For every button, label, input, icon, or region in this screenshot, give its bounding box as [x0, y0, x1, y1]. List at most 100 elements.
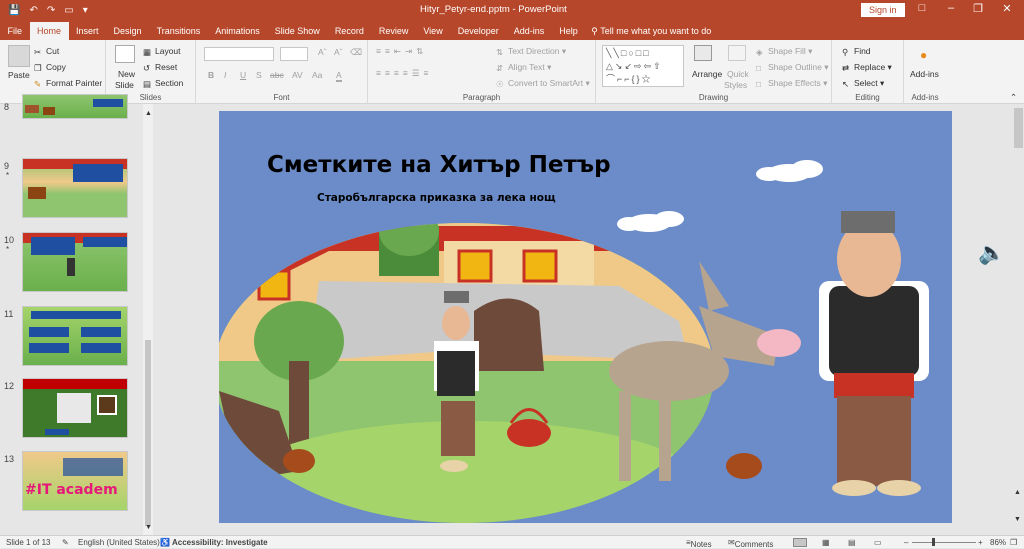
undo-icon[interactable]: ↶	[29, 5, 37, 16]
shape-effects-button[interactable]: □ Shape Effects ▾	[756, 78, 827, 89]
scroll-down-icon[interactable]: ▼	[145, 524, 152, 531]
tab-design[interactable]: Design	[106, 20, 149, 40]
grow-font-icon[interactable]: Aˆ	[318, 47, 327, 57]
slide-subtitle[interactable]: Старобългарска приказка за лека нощ	[317, 192, 556, 204]
addins-button[interactable]: Add-ins	[910, 69, 939, 79]
spellcheck-icon[interactable]: ✎	[62, 538, 69, 547]
tab-help[interactable]: Help	[552, 20, 586, 40]
bullets-icon[interactable]: ≡≡⇤⇥⇅	[376, 46, 427, 57]
tab-review[interactable]: Review	[371, 20, 416, 40]
scroll-up-icon[interactable]: ▲	[145, 110, 152, 117]
align-icons[interactable]: ≡≡≡≡☰≡	[376, 68, 432, 79]
quick-styles-icon[interactable]	[728, 45, 746, 61]
reset-button[interactable]: ↺ Reset	[143, 62, 177, 73]
ribbon-display-icon[interactable]: □	[912, 2, 932, 14]
replace-button[interactable]: ⇄ Replace ▾	[842, 62, 892, 73]
new-slide-button[interactable]: New	[118, 69, 135, 79]
editor-scroll-thumb[interactable]	[1014, 108, 1023, 148]
slide-thumbnail[interactable]	[22, 306, 128, 366]
cut-button[interactable]: ✂ Cut	[34, 46, 59, 57]
slide-thumbnail[interactable]	[22, 158, 128, 218]
underline-button[interactable]: U	[240, 70, 246, 80]
zoom-in-icon[interactable]: +	[978, 538, 983, 547]
slide-thumbnail[interactable]	[22, 94, 128, 119]
addins-icon[interactable]: ●	[920, 48, 927, 62]
minimize-icon[interactable]: –	[941, 2, 961, 14]
scroll-thumb[interactable]	[145, 340, 151, 526]
present-icon[interactable]: ▭	[64, 5, 73, 16]
tab-home[interactable]: Home	[29, 22, 69, 40]
select-button[interactable]: ↖ Select ▾	[842, 78, 884, 89]
shrink-font-icon[interactable]: Aˇ	[334, 47, 343, 57]
tab-developer[interactable]: Developer	[450, 20, 506, 40]
format-painter-button[interactable]: ✎ Format Painter	[34, 78, 102, 89]
next-slide-icon[interactable]: ▼	[1014, 516, 1021, 523]
close-icon[interactable]: ✕	[997, 2, 1017, 15]
zoom-out-icon[interactable]: –	[904, 538, 908, 547]
shapes-gallery[interactable]: ╲╲□○□□ △↘↙⇨⇦⇧ ⌒⌐⌐{}☆	[602, 45, 684, 87]
strikethrough-button[interactable]: abc	[270, 70, 284, 80]
redo-icon[interactable]: ↷	[47, 5, 55, 16]
collapse-ribbon-icon[interactable]: ⌃	[1010, 92, 1017, 103]
fit-to-window-icon[interactable]: ❐	[1010, 538, 1017, 547]
maximize-icon[interactable]: ❐	[968, 2, 988, 15]
slideshow-icon[interactable]: ▭	[874, 538, 882, 547]
sign-in-button[interactable]: Sign in	[861, 3, 905, 17]
speaker-icon[interactable]: 🔈	[978, 240, 1005, 266]
comments-button[interactable]: ✉ Comments	[728, 538, 773, 549]
find-button[interactable]: ⚲ Find	[842, 46, 871, 57]
paste-button[interactable]: Paste	[8, 70, 30, 80]
font-name-input[interactable]	[204, 47, 274, 61]
italic-button[interactable]: I	[224, 70, 226, 80]
tab-add-ins[interactable]: Add-ins	[506, 20, 552, 40]
prev-slide-icon[interactable]: ▲	[1014, 489, 1021, 496]
paste-icon[interactable]	[8, 45, 30, 67]
shape-outline-button[interactable]: □ Shape Outline ▾	[756, 62, 829, 73]
language-status[interactable]: English (United States)	[78, 538, 160, 547]
char-spacing-button[interactable]: AV	[292, 70, 303, 80]
reading-view-icon[interactable]: ▤	[848, 538, 856, 547]
normal-view-icon[interactable]	[793, 538, 807, 547]
section-button[interactable]: ▤ Section	[143, 78, 183, 89]
save-icon[interactable]: 💾	[8, 5, 20, 16]
quick-styles-label[interactable]: Styles	[724, 80, 747, 90]
copy-button[interactable]: ❐ Copy	[34, 62, 66, 73]
tell-me-search[interactable]: ⚲ Tell me what you want to do	[591, 20, 711, 40]
change-case-button[interactable]: Aa	[312, 70, 322, 80]
new-slide-icon[interactable]	[115, 45, 135, 63]
font-color-button[interactable]: A	[336, 70, 342, 82]
align-text-button[interactable]: ⇵ Align Text ▾	[496, 62, 551, 73]
slide-title[interactable]: Сметките на Хитър Петър	[267, 152, 611, 178]
customize-qat-icon[interactable]: ▾	[83, 5, 88, 16]
tab-view[interactable]: View	[416, 20, 450, 40]
zoom-level[interactable]: 86%	[990, 538, 1006, 547]
arrange-button[interactable]: Arrange	[692, 69, 722, 79]
tab-animations[interactable]: Animations	[208, 20, 268, 40]
zoom-slider-thumb[interactable]	[932, 538, 935, 546]
accessibility-status[interactable]: Accessibility: Investigate	[172, 538, 268, 547]
slide-thumbnail[interactable]	[22, 232, 128, 292]
zoom-slider[interactable]	[912, 542, 976, 543]
thumbnail-scrollbar[interactable]: ▲ ▼	[143, 104, 153, 535]
tab-slide-show[interactable]: Slide Show	[267, 20, 327, 40]
quick-styles-button[interactable]: Quick	[727, 69, 749, 79]
bold-button[interactable]: B	[208, 70, 214, 80]
slide-sorter-icon[interactable]: ▦	[822, 538, 830, 547]
slide-thumbnail[interactable]: #IT academ	[22, 451, 128, 511]
tab-record[interactable]: Record	[327, 20, 371, 40]
tab-transitions[interactable]: Transitions	[149, 20, 208, 40]
tab-file[interactable]: File	[0, 20, 30, 40]
new-slide-button-label[interactable]: Slide	[115, 80, 134, 90]
smartart-button[interactable]: ☉ Convert to SmartArt ▾	[496, 78, 590, 89]
current-slide[interactable]: Сметките на Хитър Петър Старобългарска п…	[219, 111, 952, 523]
clear-format-icon[interactable]: ⌫	[350, 47, 362, 58]
notes-button[interactable]: ≡ Notes	[686, 538, 712, 549]
text-direction-button[interactable]: ⇅ Text Direction ▾	[496, 46, 566, 57]
layout-button[interactable]: ▦ Layout	[143, 46, 181, 57]
shape-fill-button[interactable]: ◈ Shape Fill ▾	[756, 46, 812, 57]
editor-scrollbar[interactable]: ▲ ▼	[1013, 104, 1024, 535]
tab-insert[interactable]: Insert	[69, 20, 107, 40]
font-size-input[interactable]	[280, 47, 308, 61]
arrange-icon[interactable]	[694, 45, 712, 61]
shadow-button[interactable]: S	[256, 70, 262, 80]
